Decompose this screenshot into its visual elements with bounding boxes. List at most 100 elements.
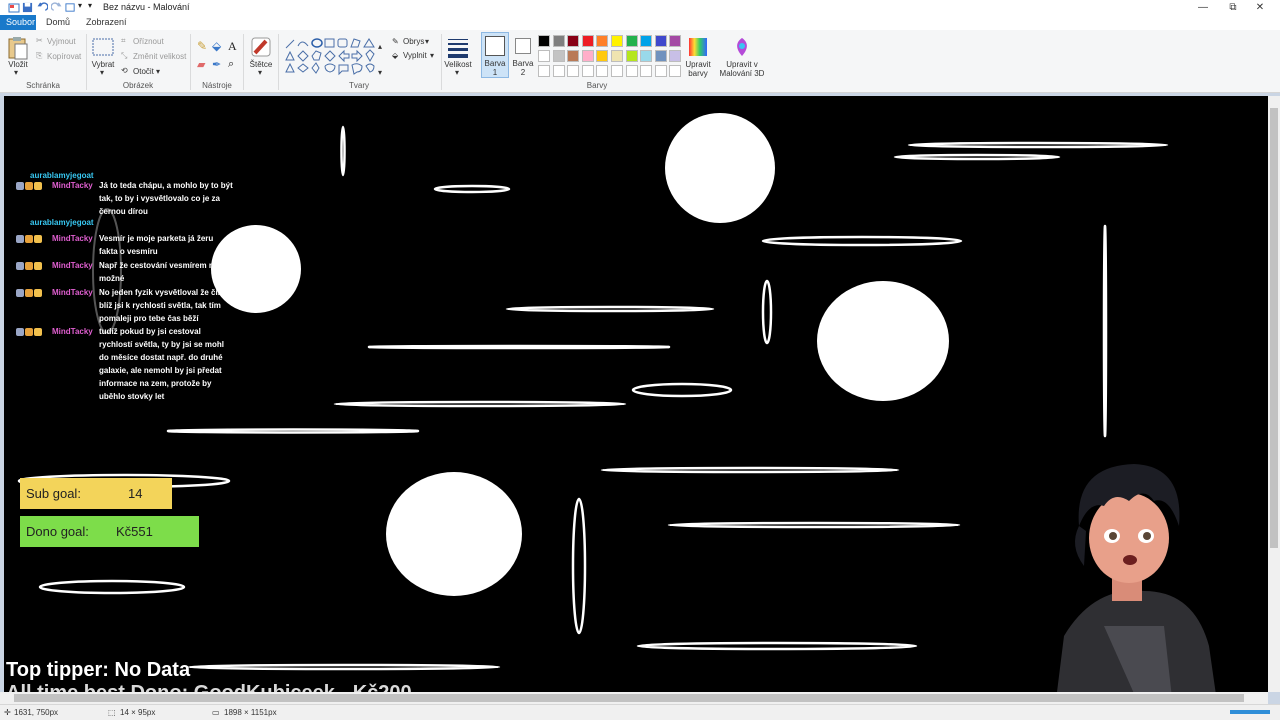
horizontal-scroll-thumb[interactable] — [14, 694, 1244, 702]
fill-button[interactable]: Vyplnit — [403, 51, 427, 60]
chat-badge-icon — [16, 328, 24, 336]
chat-badge-icon — [25, 328, 33, 336]
image-group-label: Obrázek — [122, 81, 154, 90]
palette-swatch[interactable] — [581, 50, 594, 62]
chat-badge-icon — [34, 328, 42, 336]
paint3d-icon[interactable] — [731, 36, 753, 58]
shapes-gallery[interactable] — [284, 38, 384, 78]
quick-access-icon[interactable] — [65, 2, 76, 13]
chat-username: aurablamyjegoat — [30, 218, 94, 227]
palette-swatch[interactable] — [581, 35, 594, 47]
shapes-more-icon[interactable]: ▾ — [378, 68, 382, 77]
rotate-button[interactable]: Otočit — [133, 67, 154, 76]
resize-button[interactable]: Změnit velikost — [133, 52, 186, 61]
palette-swatch[interactable] — [654, 50, 667, 62]
crop-icon: ⌗ — [121, 36, 126, 45]
palette-swatch[interactable] — [538, 50, 550, 62]
edit-colors-button[interactable]: Upravit barvy — [680, 60, 716, 78]
outline-dropdown-icon[interactable]: ▾ — [425, 37, 429, 46]
palette-swatch[interactable] — [625, 35, 638, 47]
select-dropdown-icon[interactable]: ▾ — [100, 68, 104, 77]
minimize-icon: — — [1198, 2, 1208, 13]
chat-text: tudíž pokud by jsi cestoval rychlostí sv… — [99, 327, 224, 401]
white-ellipse-shape — [893, 153, 1061, 161]
palette-swatch-empty[interactable] — [552, 65, 565, 77]
undo-icon[interactable] — [37, 2, 48, 13]
select-icon[interactable] — [92, 36, 114, 58]
text-tool-icon[interactable]: A — [228, 39, 237, 54]
palette-swatch-empty[interactable] — [625, 65, 638, 77]
rotate-dropdown-icon[interactable]: ▾ — [156, 67, 160, 76]
palette-swatch[interactable] — [625, 50, 638, 62]
color2-swatch[interactable] — [515, 38, 531, 54]
save-icon[interactable] — [22, 2, 33, 13]
size-icon[interactable] — [447, 37, 469, 59]
drawing-canvas[interactable]: aurablamyjegoat MindTacky Já to teda chápu… — [4, 96, 1268, 692]
eraser-icon[interactable]: ▰ — [197, 58, 205, 71]
palette-swatch[interactable] — [611, 35, 623, 47]
palette-swatch[interactable] — [640, 50, 653, 62]
fill-icon[interactable]: ⬙ — [212, 39, 221, 53]
palette-swatch-empty[interactable] — [581, 65, 594, 77]
cursor-position: 1631, 750px — [14, 708, 59, 717]
palette-swatch[interactable] — [552, 35, 565, 47]
palette-swatch-empty[interactable] — [640, 65, 653, 77]
sub-goal-label: Sub goal: — [26, 486, 81, 501]
chat-badge-icon — [34, 182, 42, 190]
palette-swatch[interactable] — [552, 50, 565, 62]
pencil-icon[interactable]: ✎ — [197, 39, 207, 53]
palette-swatch[interactable] — [538, 35, 550, 47]
separator — [86, 34, 87, 90]
tab-file[interactable]: Soubor — [0, 15, 36, 30]
crop-button[interactable]: Oříznout — [133, 37, 164, 46]
cursor-position-icon: ✛ — [4, 708, 11, 717]
copy-button[interactable]: Kopírovat — [47, 52, 81, 61]
close-button[interactable]: ✕ — [1237, 0, 1280, 15]
color2-label[interactable]: Barva 2 — [511, 59, 535, 77]
edit-colors-icon[interactable] — [687, 36, 709, 58]
white-ellipse-shape — [333, 400, 627, 408]
shapes-scroll-icon[interactable]: ▴ — [378, 42, 382, 51]
chat-badge-icon — [25, 235, 33, 243]
white-ellipse-shape — [166, 428, 420, 434]
customize-quick-access-icon[interactable]: ▾ — [88, 1, 92, 10]
white-circle-shape — [386, 472, 522, 596]
chat-badge-icon — [16, 235, 24, 243]
palette-swatch[interactable] — [567, 50, 580, 62]
image-size-icon: ▭ — [212, 708, 220, 717]
palette-swatch-empty[interactable] — [538, 65, 550, 77]
palette-swatch[interactable] — [596, 50, 609, 62]
separator — [190, 34, 191, 90]
quick-access-dropdown-icon[interactable]: ▾ — [78, 1, 82, 10]
zoom-slider[interactable] — [1230, 710, 1270, 714]
white-ellipse-shape — [38, 579, 186, 595]
palette-swatch-empty[interactable] — [654, 65, 667, 77]
scissors-icon: ✂ — [36, 36, 43, 45]
paste-dropdown-icon[interactable]: ▾ — [14, 68, 18, 77]
palette-swatch-empty[interactable] — [596, 65, 609, 77]
palette-swatch[interactable] — [596, 35, 609, 47]
palette-swatch[interactable] — [567, 35, 580, 47]
palette-swatch-empty[interactable] — [611, 65, 623, 77]
magnifier-icon[interactable]: ⌕ — [228, 58, 234, 71]
chat-badge-icon — [25, 262, 33, 270]
redo-icon[interactable] — [51, 2, 62, 13]
palette-swatch[interactable] — [654, 35, 667, 47]
brushes-icon[interactable] — [250, 36, 272, 58]
edit-in-paint3d-button[interactable]: Upravit v Malování 3D — [716, 60, 768, 78]
tab-view[interactable]: Zobrazení — [80, 15, 133, 30]
paste-icon[interactable] — [8, 36, 28, 60]
palette-swatch-empty[interactable] — [567, 65, 580, 77]
vertical-scroll-thumb[interactable] — [1270, 108, 1278, 548]
brushes-dropdown-icon[interactable]: ▾ — [258, 68, 262, 77]
palette-swatch[interactable] — [640, 35, 653, 47]
palette-swatch[interactable] — [611, 50, 623, 62]
fill-dropdown-icon[interactable]: ▾ — [430, 51, 434, 60]
tab-home[interactable]: Domů — [40, 15, 76, 30]
white-ellipse-shape — [761, 279, 773, 345]
cut-button[interactable]: Vyjmout — [47, 37, 76, 46]
color-picker-icon[interactable]: ✒ — [212, 58, 221, 71]
outline-button[interactable]: Obrys — [403, 37, 424, 46]
size-dropdown-icon[interactable]: ▾ — [455, 68, 459, 77]
palette-swatch[interactable] — [669, 35, 682, 47]
